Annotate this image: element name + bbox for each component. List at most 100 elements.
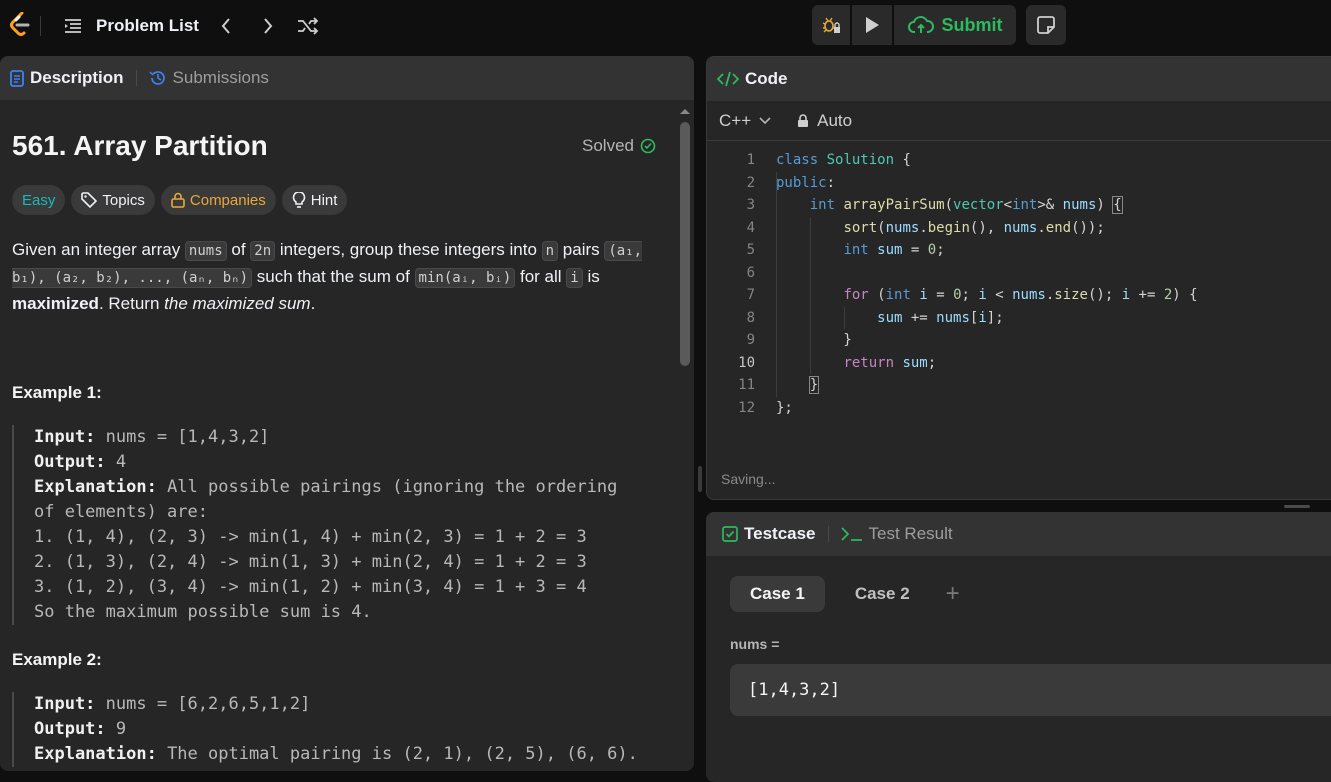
- lightbulb-icon: [292, 191, 306, 208]
- example-label: Input:: [34, 694, 96, 714]
- statement-text: . Return: [98, 294, 165, 313]
- example-input: nums = [1,4,3,2]: [95, 427, 270, 447]
- lock-icon: [171, 192, 185, 208]
- line-number: 4: [746, 219, 755, 236]
- debug-button[interactable]: [812, 5, 850, 45]
- hint-label: Hint: [310, 191, 338, 209]
- case-2-tab[interactable]: Case 2: [835, 576, 930, 612]
- code-editor[interactable]: 1 class Solution { 2 public: 3 int arrayPa…: [707, 149, 1331, 429]
- line-number: 3: [746, 197, 755, 213]
- hint-button[interactable]: Hint: [281, 185, 348, 215]
- checkbox-icon: [722, 526, 738, 542]
- description-scrollbar[interactable]: [678, 104, 692, 771]
- add-case-button[interactable]: +: [946, 580, 960, 608]
- problem-tags: Easy Topics Companies Hint: [12, 185, 348, 215]
- scroll-up-arrow-icon: [680, 109, 690, 114]
- tab-testcase[interactable]: Testcase: [722, 524, 816, 544]
- code-line: }: [776, 332, 852, 348]
- line-number: 9: [746, 332, 755, 348]
- indent-guide: [776, 171, 777, 397]
- statement-text: pairs: [558, 240, 605, 259]
- example-line: 2. (1, 3), (2, 4) -> min(1, 3) + min(2, …: [34, 552, 587, 572]
- tab-test-result[interactable]: Test Result: [840, 524, 953, 544]
- submit-button[interactable]: Submit: [894, 5, 1016, 45]
- tab-testcase-label: Testcase: [744, 524, 816, 543]
- code-line: sort(nums.begin(), nums.end());: [843, 219, 1105, 236]
- terminal-icon: [840, 527, 862, 541]
- example-1-block: Input: nums = [1,4,3,2] Output: 4 Explan…: [12, 425, 672, 625]
- play-icon: [866, 17, 879, 33]
- topics-label: Topics: [102, 191, 145, 209]
- problem-content: 561. Array Partition Solved Easy Topics …: [12, 0, 672, 771]
- statement-text: is: [582, 267, 600, 286]
- example-input: nums = [6,2,6,5,1,2]: [95, 694, 311, 714]
- code-brackets-icon: [717, 71, 739, 87]
- chevron-down-icon[interactable]: [759, 116, 771, 125]
- code-line: int arrayPairSum(vector<int>& nums) {: [809, 196, 1123, 214]
- example-line: of elements) are:: [34, 502, 208, 522]
- statement-text: integers, group these integers into: [275, 240, 542, 259]
- notes-button[interactable]: [1026, 5, 1066, 45]
- statement-text: of: [226, 240, 251, 259]
- page-title: 561. Array Partition: [12, 130, 268, 161]
- auto-mode-label[interactable]: Auto: [817, 111, 852, 131]
- bug-lock-icon: [822, 17, 840, 33]
- tab-code[interactable]: Code: [717, 69, 788, 89]
- tab-test-result-label: Test Result: [868, 524, 953, 543]
- inline-code: 2n: [250, 241, 276, 261]
- example-label: Output:: [34, 719, 106, 739]
- code-panel: Code C++ Auto 1 class Solution { 2 public:…: [706, 56, 1331, 500]
- testcase-tabs: Testcase Test Result: [706, 512, 1331, 556]
- code-line: public:: [776, 174, 836, 191]
- case-1-tab[interactable]: Case 1: [730, 576, 825, 612]
- example-output: 4: [105, 452, 127, 472]
- code-line: for (int i = 0; i < nums.size(); i += 2)…: [843, 287, 1198, 303]
- code-line: class Solution {: [776, 152, 911, 168]
- tab-code-label: Code: [745, 69, 788, 88]
- code-line: }: [808, 376, 820, 394]
- example-2-heading: Example 2:: [12, 650, 102, 669]
- solved-status: Solved: [582, 136, 656, 156]
- statement-bold: maximized: [12, 294, 99, 313]
- code-tabs: Code: [707, 57, 1331, 101]
- line-number: 8: [746, 309, 755, 326]
- line-number: 10: [738, 354, 755, 371]
- indent-guide: [810, 216, 811, 374]
- case-tabs: Case 1 Case 2 +: [730, 576, 960, 612]
- language-select[interactable]: C++: [719, 111, 751, 131]
- statement-italic: the maximized sum: [164, 294, 311, 313]
- example-1-heading: Example 1:: [12, 383, 102, 402]
- statement-text: .: [310, 294, 316, 313]
- line-number: 6: [746, 264, 755, 281]
- inline-code: n: [541, 241, 559, 261]
- companies-label: Companies: [189, 191, 266, 209]
- variable-label: nums =: [730, 636, 780, 652]
- topics-button[interactable]: Topics: [71, 185, 155, 215]
- save-status: Saving...: [721, 471, 776, 487]
- difficulty-badge: Easy: [12, 185, 66, 215]
- example-2-block: Input: nums = [6,2,6,5,1,2] Output: 9 Ex…: [12, 692, 672, 767]
- statement-text: Given an integer array: [12, 240, 185, 259]
- example-output: 9: [105, 719, 127, 739]
- scrollbar-thumb[interactable]: [680, 122, 690, 366]
- example-explanation: All possible pairings (ignoring the orde…: [156, 477, 618, 497]
- difficulty-label: Easy: [22, 191, 56, 209]
- submit-label: Submit: [941, 14, 1003, 35]
- example-label: Output:: [34, 452, 106, 472]
- inline-code: nums: [184, 241, 227, 261]
- vertical-resize-handle[interactable]: [698, 466, 702, 492]
- inline-code: i: [566, 268, 583, 288]
- solved-label: Solved: [582, 136, 634, 155]
- run-button[interactable]: [852, 5, 892, 45]
- cloud-upload-icon: [907, 16, 934, 33]
- statement-text: such that the sum of: [252, 267, 415, 286]
- variable-value-input[interactable]: [1,4,3,2]: [730, 664, 1331, 716]
- line-number: 11: [738, 377, 755, 393]
- note-icon: [1037, 16, 1055, 34]
- companies-button[interactable]: Companies: [160, 185, 276, 215]
- line-number: 1: [746, 152, 755, 168]
- check-circle-icon: [640, 138, 656, 154]
- run-toolbar: Submit: [812, 5, 1016, 45]
- horizontal-resize-handle[interactable]: [1284, 505, 1310, 508]
- line-number: 12: [738, 399, 755, 416]
